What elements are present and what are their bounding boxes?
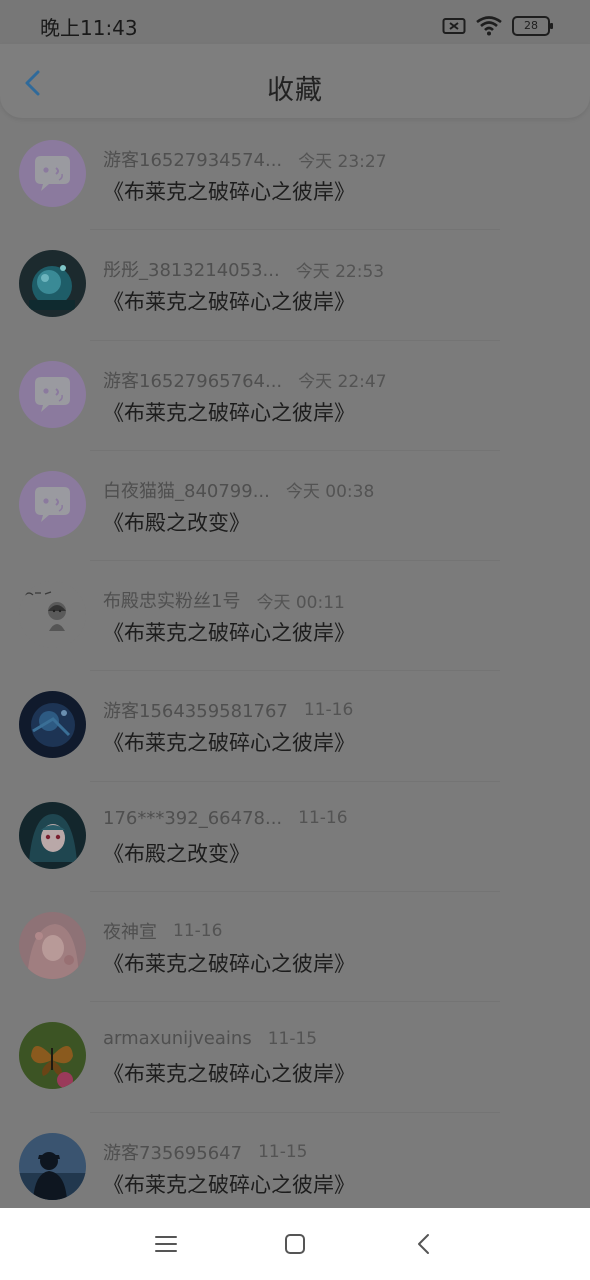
list-item[interactable]: 游客16527934574... 今天 23:27 《布莱克之破碎心之彼岸》 xyxy=(0,120,590,231)
item-time: 今天 00:38 xyxy=(285,482,375,503)
user-name: 游客16527934574... xyxy=(103,150,283,171)
item-meta: 176***392_66478... 11-16 xyxy=(103,808,348,832)
list-item[interactable]: 游客735695647 11-15 《布莱克之破碎心之彼岸》 xyxy=(0,1113,590,1223)
book-title: 《布莱克之破碎心之彼岸》 xyxy=(103,952,355,977)
user-name: 布殿忠实粉丝1号 xyxy=(103,591,241,613)
chat-bubble-avatar xyxy=(19,140,86,207)
item-time: 今天 22:47 xyxy=(298,372,387,393)
item-meta: 游客735695647 11-15 xyxy=(103,1139,308,1164)
item-meta: 游客16527934574... 今天 23:27 xyxy=(103,146,387,172)
user-name: 彤彤_3813214053... xyxy=(103,260,280,282)
pink-anime-avatar xyxy=(19,912,86,980)
book-title: 《布殿之改变》 xyxy=(103,841,250,866)
favorites-list: 游客16527934574... 今天 23:27 《布莱克之破碎心之彼岸》 彤彤… xyxy=(0,120,590,1223)
list-item[interactable]: 彤彤_3813214053... 今天 22:53 《布莱克之破碎心之彼岸》 xyxy=(0,230,590,341)
item-meta: 夜神宣 11-16 xyxy=(103,918,223,944)
item-meta: armaxunijveains 11-15 xyxy=(103,1028,317,1052)
user-name: 游客16527965764... xyxy=(103,370,283,392)
butterfly-avatar xyxy=(19,1022,86,1090)
item-time: 今天 22:53 xyxy=(295,261,385,282)
blue-glass-avatar xyxy=(19,250,86,318)
header: 收藏 xyxy=(0,44,590,118)
chat-bubble-avatar xyxy=(19,470,86,538)
item-time: 11-15 xyxy=(267,1028,318,1049)
anime-girl-avatar xyxy=(19,801,86,869)
user-name: armaxunijveains xyxy=(103,1028,252,1050)
list-item[interactable]: armaxunijveains 11-15 《布莱克之破碎心之彼岸》 xyxy=(0,1002,590,1113)
item-time: 今天 00:11 xyxy=(256,592,345,613)
home-icon[interactable] xyxy=(281,1230,309,1258)
user-name: 176***392_66478... xyxy=(103,807,283,829)
system-nav-bar xyxy=(0,1208,590,1280)
chat-bubble-avatar xyxy=(19,360,86,428)
battery-icon: 28 xyxy=(512,16,553,36)
book-title: 《布莱克之破碎心之彼岸》 xyxy=(103,731,355,756)
user-name: 游客1564359581767 xyxy=(103,701,288,723)
item-time: 11-16 xyxy=(303,700,354,721)
book-title: 《布莱克之破碎心之彼岸》 xyxy=(103,1172,355,1197)
book-title: 《布莱克之破碎心之彼岸》 xyxy=(103,180,355,204)
list-item[interactable]: 游客16527965764... 今天 22:47 《布莱克之破碎心之彼岸》 xyxy=(0,341,590,451)
book-title: 《布殿之改变》 xyxy=(103,510,250,535)
silhouette-avatar xyxy=(19,1132,86,1200)
user-name: 夜神宣 xyxy=(103,922,157,944)
user-name: 游客735695647 xyxy=(103,1142,243,1164)
status-time: 晚上11:43 xyxy=(40,16,138,40)
menu-icon[interactable] xyxy=(152,1230,180,1258)
sim-error-icon xyxy=(442,16,466,36)
list-item[interactable]: 176***392_66478... 11-16 《布殿之改变》 xyxy=(0,782,590,893)
back-icon[interactable] xyxy=(410,1230,438,1258)
item-meta: 游客1564359581767 11-16 xyxy=(103,697,354,723)
item-meta: 彤彤_3813214053... 今天 22:53 xyxy=(103,256,385,282)
list-item[interactable]: 白夜猫猫_840799... 今天 00:38 《布殿之改变》 xyxy=(0,451,590,562)
item-time: 今天 23:27 xyxy=(298,151,387,172)
user-name: 白夜猫猫_840799... xyxy=(103,480,270,502)
item-meta: 白夜猫猫_840799... 今天 00:38 xyxy=(103,477,375,503)
status-icons: 28 xyxy=(442,14,553,38)
list-item[interactable]: 夜神宣 11-16 《布莱克之破碎心之彼岸》 xyxy=(0,892,590,1003)
book-title: 《布莱克之破碎心之彼岸》 xyxy=(103,621,355,646)
item-time: 11-16 xyxy=(173,921,223,942)
book-title: 《布莱克之破碎心之彼岸》 xyxy=(103,400,355,425)
item-time: 11-16 xyxy=(298,808,348,829)
item-meta: 布殿忠实粉丝1号 今天 00:11 xyxy=(103,587,345,613)
underwater-scene-avatar xyxy=(19,691,86,759)
page-title: 收藏 xyxy=(267,75,323,106)
sketch-character-avatar xyxy=(19,581,86,649)
list-item[interactable]: 布殿忠实粉丝1号 今天 00:11 《布莱克之破碎心之彼岸》 xyxy=(0,561,590,672)
item-meta: 游客16527965764... 今天 22:47 xyxy=(103,367,387,393)
book-title: 《布莱克之破碎心之彼岸》 xyxy=(103,290,355,315)
wifi-icon xyxy=(476,16,502,36)
book-title: 《布莱克之破碎心之彼岸》 xyxy=(103,1062,355,1087)
list-item[interactable]: 游客1564359581767 11-16 《布莱克之破碎心之彼岸》 xyxy=(0,671,590,782)
item-time: 11-15 xyxy=(258,1141,308,1162)
